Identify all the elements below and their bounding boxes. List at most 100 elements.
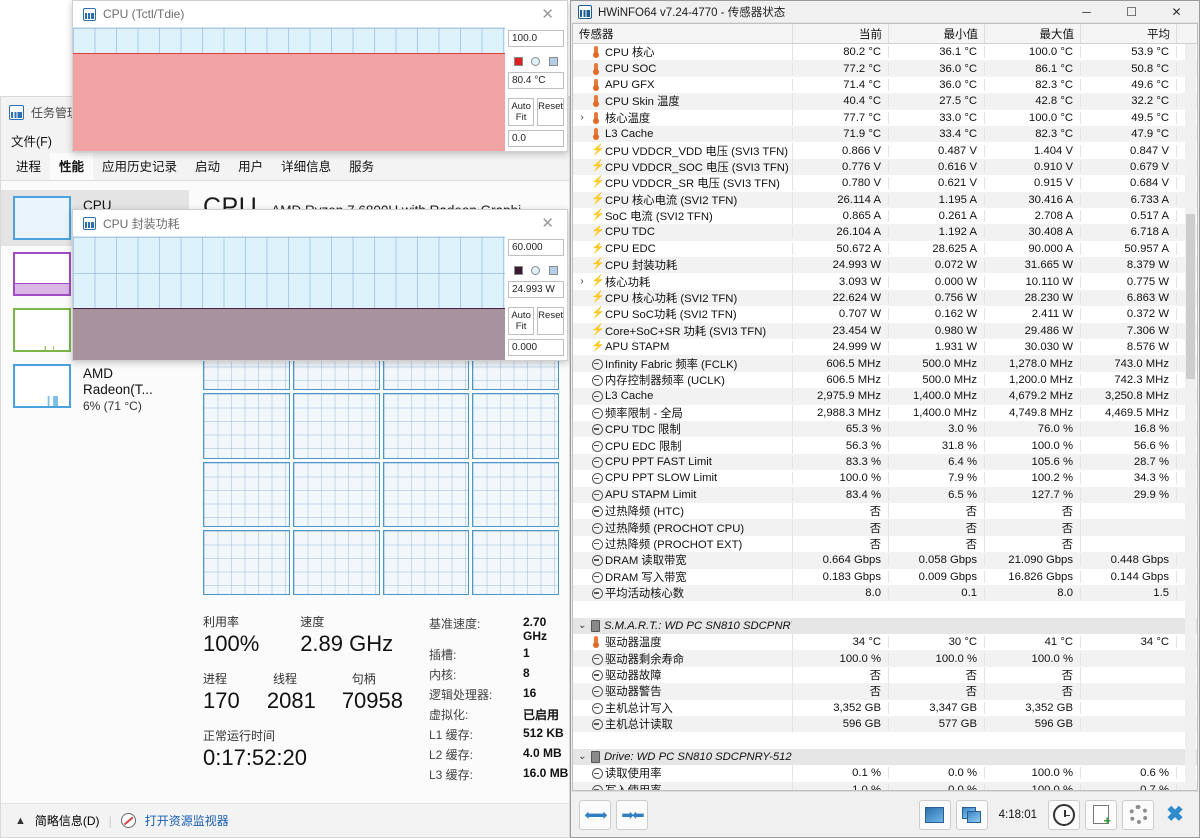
sensor-table-scrollbar[interactable] bbox=[1185, 44, 1196, 789]
sensor-row[interactable]: ›Core+SoC+SR 功耗 (SVI3 TFN)23.454 W0.980 … bbox=[573, 322, 1197, 340]
sensor-row[interactable]: ›频率限制 - 全局2,988.3 MHz1,400.0 MHz4,749.8 … bbox=[573, 404, 1197, 421]
reset-button[interactable]: Reset bbox=[537, 307, 564, 335]
maximize-button[interactable]: ☐ bbox=[1109, 1, 1154, 23]
sensor-row[interactable]: ›读取使用率0.1 %0.0 %100.0 %0.6 % bbox=[573, 765, 1197, 782]
sensor-row[interactable]: › 核心功耗 3.093 W0.000 W10.110 W0.775 W bbox=[573, 273, 1197, 290]
minimize-button[interactable]: ─ bbox=[1064, 1, 1109, 23]
sensor-row[interactable]: ›驱动器温度34 °C30 °C41 °C34 °C bbox=[573, 634, 1197, 651]
sensor-row[interactable]: › 核心温度 77.7 °C 33.0 °C 100.0 °C 49.5 °C bbox=[573, 109, 1197, 126]
sensor-value-current: 1.0 % bbox=[793, 783, 889, 790]
sensor-row[interactable]: ›APU GFX71.4 °C36.0 °C82.3 °C49.6 °C bbox=[573, 77, 1197, 93]
sensor-value-current: 否 bbox=[793, 519, 889, 536]
sensor-value-avg: 743.0 MHz bbox=[1081, 357, 1177, 370]
sensor-row[interactable]: ›CPU VDDCR_VDD 电压 (SVI3 TFN)0.866 V0.487… bbox=[573, 142, 1197, 159]
tab-details[interactable]: 详细信息 bbox=[272, 153, 340, 180]
settings-button[interactable] bbox=[1122, 799, 1154, 830]
sensor-row[interactable]: ›SoC 电流 (SVI2 TFN)0.865 A0.261 A2.708 A0… bbox=[573, 208, 1197, 225]
sensor-value-min: 36.0 °C bbox=[889, 62, 985, 75]
background-color-swatch[interactable] bbox=[531, 57, 541, 66]
sensor-row[interactable]: ›CPU SoC功耗 (SVI2 TFN)0.707 W0.162 W2.411… bbox=[573, 306, 1197, 323]
sensor-row[interactable]: ›主机总计读取596 GB577 GB596 GB bbox=[573, 716, 1197, 733]
background-color-swatch[interactable] bbox=[531, 266, 541, 275]
sensor-row[interactable]: ›Infinity Fabric 频率 (FCLK)606.5 MHz500.0… bbox=[573, 355, 1197, 372]
expand-all-button[interactable]: ⬅➡ bbox=[579, 799, 611, 830]
fewer-details-button[interactable]: 简略信息(D) bbox=[35, 812, 100, 829]
chevron-down-icon[interactable]: ⌄ bbox=[577, 751, 587, 762]
chevron-down-icon[interactable]: ⌄ bbox=[577, 620, 587, 631]
close-sensors-button[interactable]: ✖ bbox=[1159, 800, 1191, 830]
tab-processes[interactable]: 进程 bbox=[7, 153, 50, 180]
logging-button[interactable] bbox=[1085, 799, 1117, 830]
sensor-row[interactable]: ›CPU VDDCR_SR 电压 (SVI3 TFN)0.780 V0.621 … bbox=[573, 175, 1197, 192]
sensor-row[interactable]: ›CPU 核心电流 (SVI2 TFN)26.114 A1.195 A30.41… bbox=[573, 191, 1197, 208]
sensor-value-max: 4,749.8 MHz bbox=[985, 406, 1081, 419]
sidebar-gpu-sub: 6% (71 °C) bbox=[83, 399, 142, 413]
sensor-row[interactable]: ›CPU SOC77.2 °C36.0 °C86.1 °C50.8 °C bbox=[573, 60, 1197, 77]
sensor-row[interactable]: ›过热降频 (PROCHOT CPU)否否否 bbox=[573, 519, 1197, 536]
polling-interval-button[interactable] bbox=[1048, 799, 1080, 830]
sensor-row[interactable]: ›CPU VDDCR_SOC 电压 (SVI3 TFN)0.776 V0.616… bbox=[573, 158, 1197, 176]
column-header-minimum[interactable]: 最小值 bbox=[889, 24, 985, 43]
tab-services[interactable]: 服务 bbox=[340, 153, 383, 180]
open-resource-monitor-link[interactable]: 打开资源监视器 bbox=[145, 812, 229, 829]
sensor-row[interactable]: ›平均活动核心数8.00.18.01.5 bbox=[573, 584, 1197, 602]
sensor-row[interactable]: ›CPU TDC 限制65.3 %3.0 %76.0 %16.8 % bbox=[573, 420, 1197, 438]
sensor-row[interactable]: ›CPU Skin 温度40.4 °C27.5 °C42.8 °C32.2 °C bbox=[573, 93, 1197, 110]
column-header-current[interactable]: 当前 bbox=[793, 24, 889, 43]
column-header-sensor[interactable]: 传感器 bbox=[573, 24, 793, 43]
sensor-row[interactable]: ›CPU PPT SLOW Limit100.0 %7.9 %100.2 %34… bbox=[573, 470, 1197, 486]
close-icon[interactable]: ✕ bbox=[534, 216, 561, 231]
reset-button[interactable]: Reset bbox=[537, 98, 564, 126]
sensor-group-row[interactable]: ⌄ S.M.A.R.T.: WD PC SN810 SDCPNRY-512G~..… bbox=[573, 617, 1197, 635]
sensor-row[interactable]: ›CPU PPT FAST Limit83.3 %6.4 %105.6 %28.… bbox=[573, 453, 1197, 471]
collapse-all-button[interactable]: ➡⬅ bbox=[616, 799, 648, 830]
sensor-row[interactable]: ›驱动器故障否否否 bbox=[573, 667, 1197, 684]
sensor-row[interactable]: ›写入使用率1.0 %0.0 %100.0 %0.7 % bbox=[573, 781, 1197, 790]
close-button[interactable]: ✕ bbox=[1154, 1, 1199, 23]
chevron-up-icon[interactable]: ▲ bbox=[15, 815, 26, 827]
sensor-row[interactable]: ›L3 Cache71.9 °C33.4 °C82.3 °C47.9 °C bbox=[573, 125, 1197, 143]
sensor-row[interactable]: ›驱动器剩余寿命100.0 %100.0 %100.0 % bbox=[573, 650, 1197, 667]
grid-color-swatch[interactable] bbox=[548, 57, 558, 66]
sensor-row[interactable]: ›过热降频 (PROCHOT EXT)否否否 bbox=[573, 535, 1197, 552]
sensor-row[interactable]: ›驱动器警告否否否 bbox=[573, 683, 1197, 700]
auto-fit-button[interactable]: Auto Fit bbox=[508, 307, 535, 335]
menu-file[interactable]: 文件(F) bbox=[11, 131, 52, 150]
sensor-preview-button[interactable] bbox=[918, 799, 951, 830]
close-icon[interactable]: ✕ bbox=[534, 7, 561, 22]
sensor-row[interactable]: ›DRAM 读取带宽0.664 Gbps0.058 Gbps21.090 Gbp… bbox=[573, 552, 1197, 569]
sensor-value-max: 3,352 GB bbox=[985, 701, 1081, 714]
sensor-value-avg: 47.9 °C bbox=[1081, 128, 1177, 141]
grid-color-swatch[interactable] bbox=[548, 266, 558, 275]
column-header-average[interactable]: 平均 bbox=[1081, 24, 1177, 43]
sensor-row[interactable]: ›内存控制器频率 (UCLK)606.5 MHz500.0 MHz1,200.0… bbox=[573, 372, 1197, 388]
column-header-maximum[interactable]: 最大值 bbox=[985, 24, 1081, 43]
sensor-name-cell: ›CPU TDC bbox=[573, 226, 793, 239]
sensor-row[interactable]: ›APU STAPM Limit83.4 %6.5 %127.7 %29.9 % bbox=[573, 486, 1197, 503]
remote-monitoring-button[interactable] bbox=[955, 799, 988, 830]
tab-performance[interactable]: 性能 bbox=[50, 153, 94, 180]
sensor-row[interactable]: ›过热降频 (HTC)否否否 bbox=[573, 503, 1197, 520]
series-color-swatch[interactable] bbox=[514, 266, 524, 275]
tab-app-history[interactable]: 应用历史记录 bbox=[93, 153, 186, 180]
sensor-row[interactable]: ›CPU TDC26.104 A1.192 A30.408 A6.718 A bbox=[573, 224, 1197, 241]
sensor-value-avg: 0.679 V bbox=[1081, 160, 1177, 173]
chevron-right-icon[interactable]: › bbox=[577, 276, 587, 287]
chevron-right-icon[interactable]: › bbox=[577, 112, 587, 123]
tab-startup[interactable]: 启动 bbox=[186, 153, 229, 180]
sensor-row[interactable]: ›CPU 核心功耗 (SVI2 TFN)22.624 W0.756 W28.23… bbox=[573, 289, 1197, 307]
sensor-row[interactable]: ›主机总计写入3,352 GB3,347 GB3,352 GB bbox=[573, 699, 1197, 716]
auto-fit-button[interactable]: Auto Fit bbox=[508, 98, 535, 126]
scrollbar-thumb[interactable] bbox=[1186, 214, 1195, 379]
sensor-row[interactable]: ›CPU 封装功耗24.993 W0.072 W31.665 W8.379 W bbox=[573, 257, 1197, 274]
sensor-row[interactable]: ›APU STAPM24.999 W1.931 W30.030 W8.576 W bbox=[573, 339, 1197, 355]
sidebar-item-gpu[interactable]: AMD Radeon(T... 6% (71 °C) bbox=[1, 358, 189, 420]
series-color-swatch[interactable] bbox=[514, 57, 524, 66]
sensor-row[interactable]: ›L3 Cache2,975.9 MHz1,400.0 MHz4,679.2 M… bbox=[573, 388, 1197, 405]
sensor-row[interactable]: ›CPU EDC50.672 A28.625 A90.000 A50.957 A bbox=[573, 241, 1197, 257]
sensor-row[interactable]: ›CPU EDC 限制56.3 %31.8 %100.0 %56.6 % bbox=[573, 437, 1197, 454]
sensor-row[interactable]: ›CPU 核心80.2 °C36.1 °C100.0 °C53.9 °C bbox=[573, 44, 1197, 61]
sensor-row[interactable]: ›DRAM 写入带宽0.183 Gbps0.009 Gbps16.826 Gbp… bbox=[573, 568, 1197, 585]
tab-users[interactable]: 用户 bbox=[229, 153, 272, 180]
sensor-group-row[interactable]: ⌄ Drive: WD PC SN810 SDCPNRY-512G-1006 (.… bbox=[573, 748, 1197, 766]
